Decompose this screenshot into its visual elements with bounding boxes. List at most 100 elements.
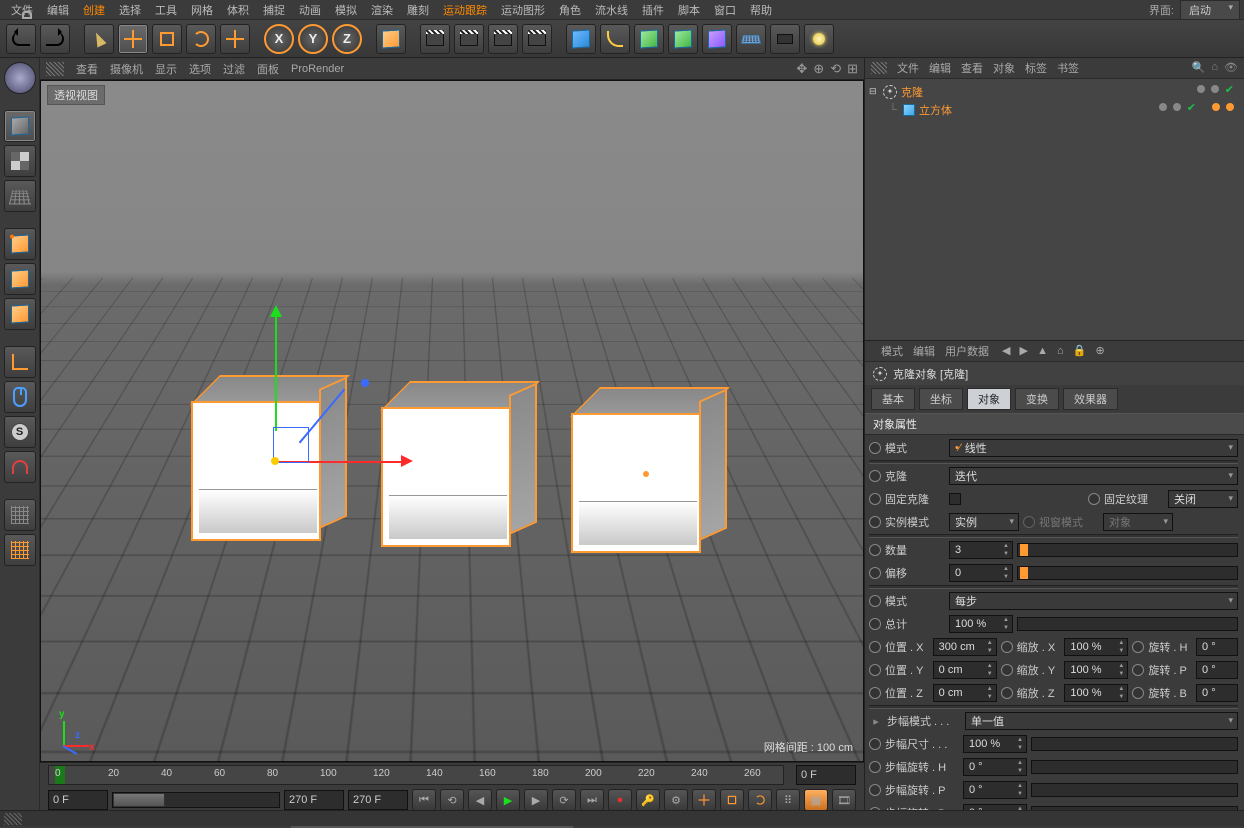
anim-dot[interactable] bbox=[869, 544, 881, 556]
total-field[interactable]: 100 %▲▼ bbox=[949, 615, 1013, 633]
pos-x-field[interactable]: 300 cm▲▼ bbox=[933, 638, 997, 656]
count-slider[interactable] bbox=[1017, 543, 1238, 557]
vp-menu-display[interactable]: 显示 bbox=[155, 61, 177, 77]
play-button[interactable]: ▶ bbox=[496, 789, 520, 811]
tab-transform[interactable]: 变换 bbox=[1015, 388, 1059, 410]
range-end-field[interactable]: 270 F bbox=[284, 790, 344, 810]
goto-end-button[interactable]: ⏭ bbox=[580, 789, 604, 811]
anim-dot[interactable] bbox=[869, 784, 881, 796]
menu-select[interactable]: 选择 bbox=[112, 2, 148, 18]
add-light[interactable] bbox=[804, 24, 834, 54]
point-mode[interactable] bbox=[4, 228, 36, 260]
om-tab-object[interactable]: 对象 bbox=[993, 60, 1015, 76]
object-tree[interactable]: ⊟ 克隆 ✔ └ 立方体 ✔ bbox=[865, 79, 1244, 340]
menu-character[interactable]: 角色 bbox=[552, 2, 588, 18]
menu-motion-tracking[interactable]: 运动跟踪 bbox=[436, 2, 494, 18]
rot-p-field[interactable]: 0 ° bbox=[1196, 661, 1238, 679]
anim-dot[interactable] bbox=[869, 442, 881, 454]
anim-dot[interactable] bbox=[869, 493, 881, 505]
range-start-field[interactable]: 0 F bbox=[48, 790, 108, 810]
goto-start-button[interactable]: ⏮ bbox=[412, 789, 436, 811]
timeline-ruler[interactable]: 020406080100120140160180200220240260 bbox=[48, 765, 784, 785]
om-tab-file[interactable]: 文件 bbox=[897, 60, 919, 76]
tweak-tool[interactable] bbox=[4, 381, 36, 413]
add-generator[interactable] bbox=[634, 24, 664, 54]
home-icon[interactable]: ⌂ bbox=[1054, 345, 1067, 357]
tree-row-cube[interactable]: └ 立方体 ✔ bbox=[869, 101, 1240, 119]
step-mode-dropdown[interactable]: 每步 bbox=[949, 592, 1238, 610]
vp-menu-camera[interactable]: 摄像机 bbox=[110, 61, 143, 77]
layer-dot[interactable] bbox=[1211, 85, 1219, 93]
menu-anim[interactable]: 动画 bbox=[292, 2, 328, 18]
layer-dot[interactable] bbox=[1197, 85, 1205, 93]
steprot-h-slider[interactable] bbox=[1031, 760, 1238, 774]
menu-sim[interactable]: 模拟 bbox=[328, 2, 364, 18]
clone-dropdown[interactable]: 迭代 bbox=[949, 467, 1238, 485]
anim-dot[interactable] bbox=[869, 687, 881, 699]
key-pla-button[interactable]: ▦ bbox=[804, 789, 828, 811]
rotate-tool[interactable] bbox=[186, 24, 216, 54]
polygon-mode[interactable] bbox=[4, 298, 36, 330]
stepsize-field[interactable]: 100 %▲▼ bbox=[963, 735, 1027, 753]
vp-menu-panel[interactable]: 面板 bbox=[257, 61, 279, 77]
select-tool[interactable] bbox=[84, 24, 114, 54]
menu-tools[interactable]: 工具 bbox=[148, 2, 184, 18]
am-tab-edit[interactable]: 编辑 bbox=[913, 343, 935, 359]
undo-button[interactable] bbox=[6, 24, 36, 54]
rot-b-field[interactable]: 0 ° bbox=[1196, 684, 1238, 702]
am-tab-mode[interactable]: 模式 bbox=[881, 343, 903, 359]
render-view[interactable] bbox=[420, 24, 450, 54]
vp-nav-pan-icon[interactable]: ✥ bbox=[796, 61, 807, 77]
tree-label[interactable]: 立方体 bbox=[919, 102, 952, 118]
render-settings[interactable] bbox=[488, 24, 518, 54]
rot-h-field[interactable]: 0 ° bbox=[1196, 638, 1238, 656]
tree-row-cloner[interactable]: ⊟ 克隆 ✔ bbox=[869, 83, 1240, 101]
add-camera[interactable] bbox=[770, 24, 800, 54]
key-param-button[interactable]: ⠿ bbox=[776, 789, 800, 811]
scale-z-field[interactable]: 100 %▲▼ bbox=[1064, 684, 1128, 702]
range-slider[interactable] bbox=[112, 792, 280, 808]
last-tool[interactable] bbox=[220, 24, 250, 54]
scale-x-field[interactable]: 100 %▲▼ bbox=[1064, 638, 1128, 656]
prev-key-button[interactable]: ⟲ bbox=[440, 789, 464, 811]
key-rot-button[interactable] bbox=[748, 789, 772, 811]
search-icon[interactable]: 🔍 bbox=[1192, 61, 1206, 74]
x-axis-lock[interactable]: X bbox=[264, 24, 294, 54]
key-scale-button[interactable] bbox=[720, 789, 744, 811]
fix-texture-dropdown[interactable]: 关闭 bbox=[1168, 490, 1238, 508]
tab-basic[interactable]: 基本 bbox=[871, 388, 915, 410]
enable-check-icon[interactable]: ✔ bbox=[1187, 101, 1196, 114]
axis-tool[interactable] bbox=[4, 346, 36, 378]
home-icon[interactable]: ⌂ bbox=[1211, 61, 1218, 74]
vp-menu-view[interactable]: 查看 bbox=[76, 61, 98, 77]
anim-dot[interactable] bbox=[1132, 664, 1144, 676]
z-axis-lock[interactable]: Z bbox=[332, 24, 362, 54]
om-tab-edit[interactable]: 编辑 bbox=[929, 60, 951, 76]
grip-icon[interactable] bbox=[46, 62, 64, 76]
anim-dot[interactable] bbox=[869, 618, 881, 630]
grip-icon[interactable] bbox=[4, 813, 22, 825]
redo-button[interactable] bbox=[40, 24, 70, 54]
lock-icon[interactable]: 🔒 bbox=[1070, 345, 1090, 357]
scale-tool[interactable] bbox=[152, 24, 182, 54]
record-button[interactable]: ● bbox=[608, 789, 632, 811]
anim-dot[interactable] bbox=[869, 664, 881, 676]
eye-icon[interactable]: 👁 bbox=[1224, 61, 1238, 74]
tab-effector[interactable]: 效果器 bbox=[1063, 388, 1118, 410]
workplane-tool[interactable] bbox=[4, 534, 36, 566]
anim-dot[interactable] bbox=[1001, 641, 1013, 653]
back-icon[interactable]: ◀ bbox=[999, 345, 1013, 357]
menu-snap[interactable]: 捕捉 bbox=[256, 2, 292, 18]
tree-label[interactable]: 克隆 bbox=[901, 84, 923, 100]
vp-menu-options[interactable]: 选项 bbox=[189, 61, 211, 77]
menu-pipeline[interactable]: 流水线 bbox=[588, 2, 635, 18]
next-frame-button[interactable]: ▶ bbox=[524, 789, 548, 811]
anim-dot[interactable] bbox=[869, 761, 881, 773]
perspective-viewport[interactable]: 透视视图 bbox=[40, 80, 864, 762]
vp-nav-zoom-icon[interactable]: ⊕ bbox=[813, 61, 824, 77]
anim-dot[interactable] bbox=[1088, 493, 1100, 505]
anim-dot[interactable] bbox=[869, 641, 881, 653]
menu-mesh[interactable]: 网格 bbox=[184, 2, 220, 18]
steprot-h-field[interactable]: 0 °▲▼ bbox=[963, 758, 1027, 776]
clone-cube-1[interactable] bbox=[191, 371, 341, 541]
